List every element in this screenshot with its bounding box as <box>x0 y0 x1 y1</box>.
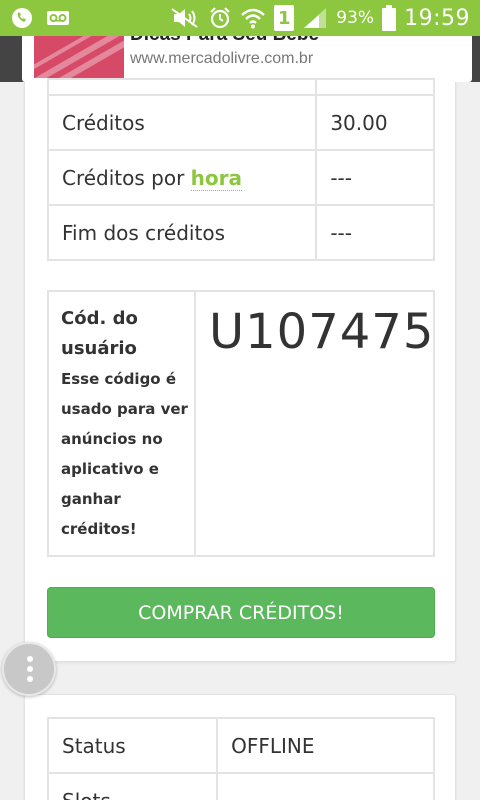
credits-per-hour-label: Créditos por hora <box>46 149 318 206</box>
credits-table: Créditos 30.00 Créditos por hora --- Fim… <box>46 78 435 261</box>
signal-icon <box>302 6 328 30</box>
table-row: Fim dos créditos --- <box>46 204 435 261</box>
buy-credits-button[interactable]: COMPRAR CRÉDITOS! <box>47 587 435 638</box>
alarm-icon <box>208 6 232 30</box>
status-bar: 1 93% 19:59 <box>0 0 480 36</box>
sim-number: 1 <box>278 7 291 29</box>
credits-per-hour-prefix: Créditos por <box>62 165 191 190</box>
ad-title[interactable]: Dicas Para Seu Bebê <box>130 36 319 46</box>
credits-end-label: Fim dos créditos <box>46 204 318 261</box>
wifi-icon <box>240 6 266 30</box>
credits-end-value: --- <box>315 204 435 261</box>
whatsapp-icon <box>10 6 34 30</box>
ad-url[interactable]: www.mercadolivre.com.br <box>130 50 313 68</box>
more-menu-button[interactable] <box>2 642 56 696</box>
ad-banner[interactable]: Dicas Para Seu Bebê www.mercadolivre.com… <box>0 36 480 82</box>
status-value: OFFLINE <box>216 717 435 774</box>
status-label: Status <box>46 717 219 774</box>
table-row: Créditos 30.00 <box>46 94 435 151</box>
slots-label: Slots <box>46 772 219 800</box>
credits-per-hour-value: --- <box>315 149 435 206</box>
server-status-card: Status OFFLINE Slots <box>24 694 456 800</box>
slots-value <box>216 772 435 800</box>
ad-card[interactable]: Dicas Para Seu Bebê www.mercadolivre.com… <box>22 36 472 82</box>
hora-link[interactable]: hora <box>190 165 243 191</box>
battery-percent: 93% <box>336 8 375 28</box>
mute-icon <box>170 6 200 30</box>
table-row: Slots <box>46 772 435 800</box>
ad-image[interactable] <box>34 36 124 78</box>
status-table: Status OFFLINE Slots <box>46 717 435 800</box>
credits-value: 30.00 <box>315 94 435 151</box>
credits-card: Créditos 30.00 Créditos por hora --- Fim… <box>24 78 456 662</box>
user-code-box: Cód. do usuário Esse código é usado para… <box>47 290 435 557</box>
user-code-description: Esse código é usado para ver anúncios no… <box>61 370 188 538</box>
table-row: Créditos por hora --- <box>46 149 435 206</box>
voicemail-icon <box>46 8 70 28</box>
clock: 19:59 <box>404 5 470 31</box>
sim-icon: 1 <box>274 5 295 31</box>
user-code-label: Cód. do usuário <box>61 308 138 359</box>
battery-icon <box>382 5 397 31</box>
user-code-value: U107475 <box>209 304 435 360</box>
table-row: Status OFFLINE <box>46 717 435 774</box>
credits-label: Créditos <box>46 94 318 151</box>
user-code-info: Cód. do usuário Esse código é usado para… <box>49 292 196 555</box>
